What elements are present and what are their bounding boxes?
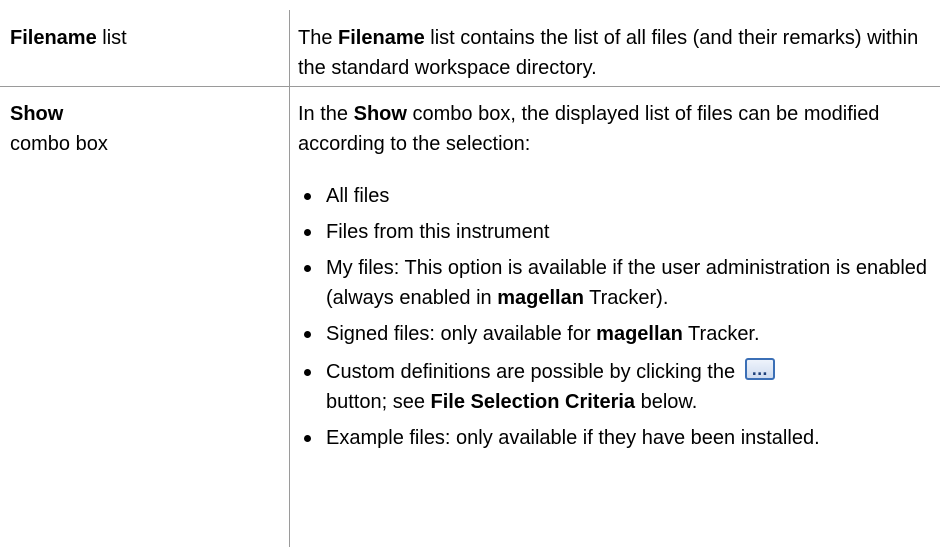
list-item-text: Custom definitions are possible by click… — [326, 361, 741, 383]
list-item: Files from this instrument — [298, 217, 938, 247]
list-item-text: Tracker. — [682, 323, 760, 345]
list-item-text: All files — [326, 185, 390, 207]
show-options-list: All files Files from this instrument My … — [298, 181, 938, 453]
term-bold: Filename — [10, 27, 97, 49]
term-bold: Show — [10, 103, 64, 125]
list-item-bold: magellan — [596, 323, 683, 345]
term-rest: combo box — [10, 133, 108, 155]
list-item-text: Example files: only available if they ha… — [326, 427, 820, 449]
list-item: Signed files: only available for magella… — [298, 319, 938, 349]
bullet-icon — [304, 193, 311, 200]
list-item-text: button; see — [326, 391, 431, 413]
desc-filename: The Filename list contains the list of a… — [298, 23, 938, 83]
list-item-bold: File Selection Criteria — [430, 391, 636, 413]
desc-text: In the — [298, 103, 354, 125]
list-item: My files: This option is available if th… — [298, 253, 938, 313]
list-item: All files — [298, 181, 938, 211]
list-item-text: Signed files: only available for — [326, 323, 597, 345]
desc-text: The — [298, 27, 339, 49]
row-divider — [0, 86, 940, 87]
desc-bold: Show — [353, 103, 407, 125]
list-item: Custom definitions are possible by click… — [298, 357, 938, 417]
term-filename: Filename list — [10, 23, 280, 53]
bullet-icon — [304, 435, 311, 442]
column-divider — [289, 10, 290, 547]
bullet-icon — [304, 229, 311, 236]
list-item: Example files: only available if they ha… — [298, 423, 938, 453]
list-item-text: Tracker). — [583, 287, 669, 309]
desc-bold: Filename — [338, 27, 425, 49]
list-item-text: below. — [635, 391, 698, 413]
bullet-icon — [304, 265, 311, 272]
list-item-text: Files from this instrument — [326, 221, 550, 243]
bullet-icon — [304, 369, 311, 376]
ellipsis-button-icon: ... — [744, 358, 775, 380]
list-item-bold: magellan — [497, 287, 584, 309]
term-show: Show combo box — [10, 99, 280, 159]
term-rest: list — [96, 27, 127, 49]
desc-show: In the Show combo box, the displayed lis… — [298, 99, 938, 159]
bullet-icon — [304, 331, 311, 338]
ellipsis-glyph: ... — [751, 363, 768, 379]
